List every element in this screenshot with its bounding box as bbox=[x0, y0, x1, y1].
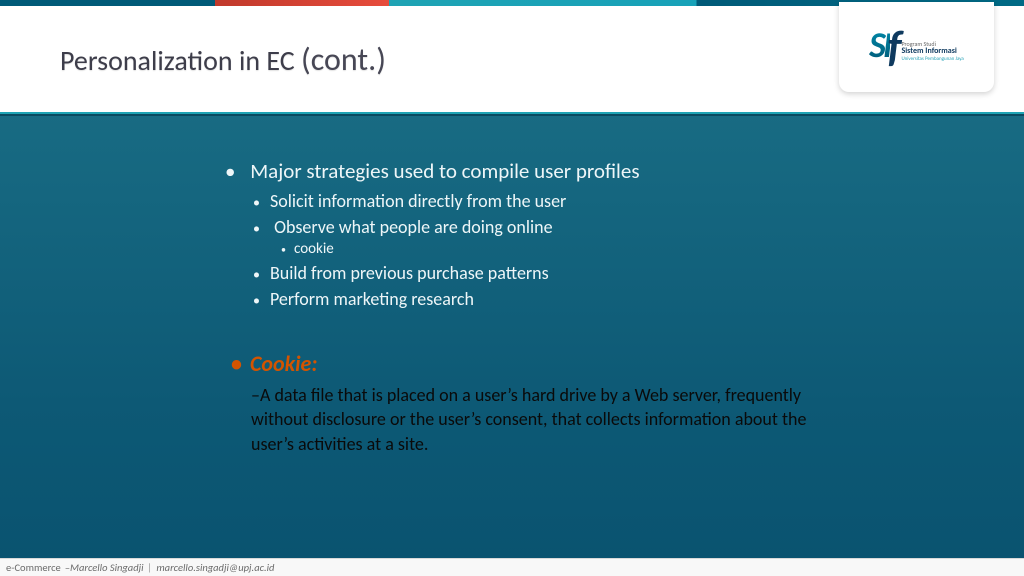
title-cont: (cont.) bbox=[301, 40, 386, 79]
list-item-text: Solicit information directly from the us… bbox=[270, 190, 566, 212]
logo-inner: SI f Program Studi Sistem Informasi Univ… bbox=[869, 29, 964, 64]
slide-title: Personalization in EC (cont.) bbox=[60, 40, 386, 79]
list-item: Solicit information directly from the us… bbox=[253, 190, 954, 212]
footer-course: e-Commerce bbox=[6, 561, 61, 574]
footer-sep: | bbox=[148, 561, 153, 574]
footer-author: Marcello Singadji bbox=[70, 561, 144, 574]
logo-line2: Sistem Informasi bbox=[901, 47, 963, 56]
list-item-text: Build from previous purchase patterns bbox=[270, 262, 549, 284]
logo-line3: Universitas Pembangunan Jaya bbox=[901, 56, 963, 62]
list-item: Observe what people are doing online coo… bbox=[253, 216, 954, 258]
list-item-text: cookie bbox=[294, 240, 334, 258]
list-item: Perform marketing research bbox=[253, 288, 954, 310]
slide-header: Personalization in EC (cont.) SI f Progr… bbox=[0, 6, 1024, 114]
list-item-text: Perform marketing research bbox=[270, 288, 474, 310]
footer-email: marcello.singadji@upj.ac.id bbox=[156, 561, 274, 574]
list-item: Build from previous purchase patterns bbox=[253, 262, 954, 284]
logo-text: Program Studi Sistem Informasi Universit… bbox=[901, 41, 963, 62]
bullet-heading-text: Major strategies used to compile user pr… bbox=[250, 158, 639, 184]
list-item: cookie bbox=[281, 240, 954, 258]
logo-f: f bbox=[888, 29, 902, 64]
bullet-list-lvl1: Major strategies used to compile user pr… bbox=[225, 158, 954, 310]
logo-abbr: SI bbox=[869, 29, 889, 61]
slide-body: Major strategies used to compile user pr… bbox=[0, 114, 1024, 560]
cookie-heading: Cookie: bbox=[231, 350, 954, 377]
bullet-list-lvl2: Solicit information directly from the us… bbox=[253, 190, 954, 310]
list-item-text: Observe what people are doing online bbox=[274, 216, 553, 238]
bullet-list-lvl3: cookie bbox=[281, 240, 954, 258]
title-main: Personalization in EC bbox=[60, 43, 301, 78]
cookie-block: Cookie: –A data file that is placed on a… bbox=[231, 350, 954, 456]
cookie-definition: –A data file that is placed on a user’s … bbox=[251, 383, 841, 456]
bullet-heading: Major strategies used to compile user pr… bbox=[225, 158, 954, 310]
slide-footer: e-Commerce – Marcello Singadji | marcell… bbox=[0, 558, 1024, 576]
institution-logo: SI f Program Studi Sistem Informasi Univ… bbox=[839, 2, 994, 92]
